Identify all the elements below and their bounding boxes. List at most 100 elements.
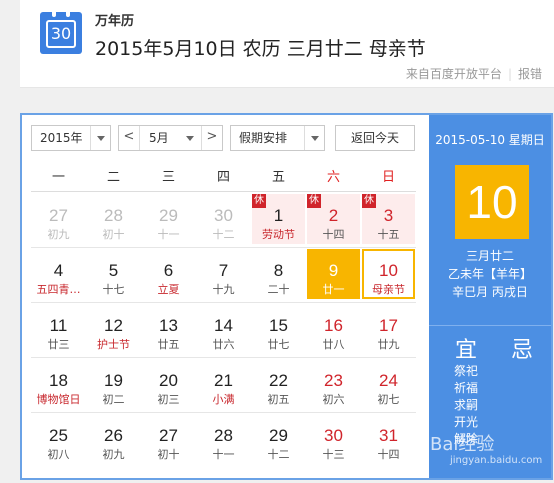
lunar-label: 廿七 xyxy=(267,338,290,351)
lunar-label: 初二 xyxy=(102,393,125,406)
day-cell[interactable]: 20 初三 xyxy=(142,359,195,409)
day-cell[interactable]: 8 二十 xyxy=(252,249,305,299)
day-cell[interactable]: 29 十一 xyxy=(142,194,195,244)
prev-month-button[interactable]: < xyxy=(119,126,140,150)
lunar-label: 廿八 xyxy=(322,338,345,351)
day-number: 17 xyxy=(379,316,398,335)
chevron-down-icon xyxy=(90,126,110,150)
day-cell[interactable]: 26 初九 xyxy=(87,414,140,464)
day-number: 1 xyxy=(273,206,284,225)
day-number: 10 xyxy=(379,261,398,280)
weekday-label: 一 xyxy=(51,170,65,185)
day-number: 19 xyxy=(104,371,123,390)
weekday-label: 日 xyxy=(381,170,395,185)
day-cell[interactable]: 15 廿七 xyxy=(252,304,305,354)
date-line: 2015年5月10日 农历 三月廿二 母亲节 xyxy=(95,38,426,60)
day-number: 16 xyxy=(324,316,343,335)
day-cell[interactable]: 30 十二 xyxy=(197,194,250,244)
day-number: 12 xyxy=(104,316,123,335)
day-cell[interactable]: 10 母亲节 xyxy=(362,249,415,299)
weekday-label: 五 xyxy=(271,170,285,185)
day-number: 11 xyxy=(49,316,68,335)
lunar-label: 二十 xyxy=(267,283,290,296)
lunar-label: 初五 xyxy=(267,393,290,406)
calendar-icon: 30 xyxy=(40,9,82,54)
next-month-button[interactable]: > xyxy=(201,126,222,150)
day-cell[interactable]: 18 博物馆日 xyxy=(32,359,85,409)
day-cell[interactable]: 5 十七 xyxy=(87,249,140,299)
weekday-label: 四 xyxy=(216,170,230,185)
day-cell[interactable]: 30 十三 xyxy=(307,414,360,464)
day-cell[interactable]: 28 十一 xyxy=(197,414,250,464)
day-number: 8 xyxy=(273,261,284,280)
lunar-label: 小满 xyxy=(212,393,235,406)
day-number: 30 xyxy=(324,426,343,445)
yi-ji-header: 宜 忌 xyxy=(429,325,551,363)
day-cell[interactable]: 23 初六 xyxy=(307,359,360,409)
lunar-label: 廿五 xyxy=(157,338,180,351)
month-select[interactable]: < 5月 > xyxy=(118,125,223,151)
day-number: 27 xyxy=(49,206,68,225)
yi-item: 祭祀 xyxy=(454,364,479,378)
day-detail-panel: 2015-05-10 星期日 10 三月廿二 乙未年【羊年】 辛巳月 丙戌日 宜… xyxy=(429,115,551,478)
day-cell[interactable]: 12 护士节 xyxy=(87,304,140,354)
app-name: 万年历 xyxy=(95,14,135,29)
source-link[interactable]: 来自百度开放平台 xyxy=(406,65,502,82)
day-cell[interactable]: 27 初十 xyxy=(142,414,195,464)
weekday-label: 二 xyxy=(106,170,120,185)
day-cell[interactable]: 14 廿六 xyxy=(197,304,250,354)
calendar-toolbar: 2015年 < 5月 > 假期安排 返回今天 xyxy=(22,115,429,165)
day-number: 30 xyxy=(214,206,233,225)
day-cell[interactable]: 7 十九 xyxy=(197,249,250,299)
day-cell[interactable]: 31 十四 xyxy=(362,414,415,464)
day-number: 6 xyxy=(163,261,174,280)
day-number: 18 xyxy=(49,371,68,390)
row-divider xyxy=(31,412,416,413)
day-cell[interactable]: 22 初五 xyxy=(252,359,305,409)
day-cell[interactable]: 19 初二 xyxy=(87,359,140,409)
day-number: 29 xyxy=(159,206,178,225)
lunar-label: 初十 xyxy=(102,228,125,241)
weekday-label: 六 xyxy=(326,170,340,185)
lunar-label: 廿一 xyxy=(322,283,345,296)
day-cell[interactable]: 17 廿九 xyxy=(362,304,415,354)
day-cell[interactable]: 9 廿一 xyxy=(307,249,360,299)
back-to-today-button[interactable]: 返回今天 xyxy=(335,125,415,151)
lunar-label: 劳动节 xyxy=(262,228,295,241)
day-number: 13 xyxy=(159,316,178,335)
lunar-label: 初九 xyxy=(47,228,70,241)
widget-header: 30 万年历 2015年5月10日 农历 三月廿二 母亲节 来自百度开放平台 | 报… xyxy=(20,0,554,88)
day-cell[interactable]: 休 3 十五 xyxy=(362,194,415,244)
day-cell[interactable]: 16 廿八 xyxy=(307,304,360,354)
day-cell[interactable]: 27 初九 xyxy=(32,194,85,244)
holiday-select[interactable]: 假期安排 xyxy=(230,125,325,151)
day-number: 27 xyxy=(159,426,178,445)
lunar-label: 护士节 xyxy=(97,338,130,351)
report-link[interactable]: 报错 xyxy=(518,65,542,82)
holiday-badge: 休 xyxy=(252,194,266,208)
day-cell[interactable]: 29 十二 xyxy=(252,414,305,464)
day-cell[interactable]: 6 立夏 xyxy=(142,249,195,299)
day-cell[interactable]: 13 廿五 xyxy=(142,304,195,354)
calendar-widget: 2015年 < 5月 > 假期安排 返回今天 一 二 三 四 五 六 日 27 初… xyxy=(20,113,553,480)
day-number: 25 xyxy=(49,426,68,445)
day-cell[interactable]: 4 五四青… xyxy=(32,249,85,299)
day-cell[interactable]: 休 1 劳动节 xyxy=(252,194,305,244)
day-number: 28 xyxy=(214,426,233,445)
day-cell[interactable]: 25 初八 xyxy=(32,414,85,464)
lunar-label: 初九 xyxy=(102,448,125,461)
day-cell[interactable]: 28 初十 xyxy=(87,194,140,244)
year-select[interactable]: 2015年 xyxy=(31,125,111,151)
row-divider xyxy=(31,247,416,248)
chevron-down-icon xyxy=(180,126,200,150)
lunar-label: 十二 xyxy=(212,228,235,241)
day-cell[interactable]: 11 廿三 xyxy=(32,304,85,354)
day-number: 14 xyxy=(214,316,233,335)
row-divider xyxy=(31,302,416,303)
day-cell[interactable]: 24 初七 xyxy=(362,359,415,409)
day-number: 24 xyxy=(379,371,398,390)
day-cell[interactable]: 休 2 十四 xyxy=(307,194,360,244)
day-number: 23 xyxy=(324,371,343,390)
day-cell[interactable]: 21 小满 xyxy=(197,359,250,409)
lunar-label: 十一 xyxy=(212,448,235,461)
